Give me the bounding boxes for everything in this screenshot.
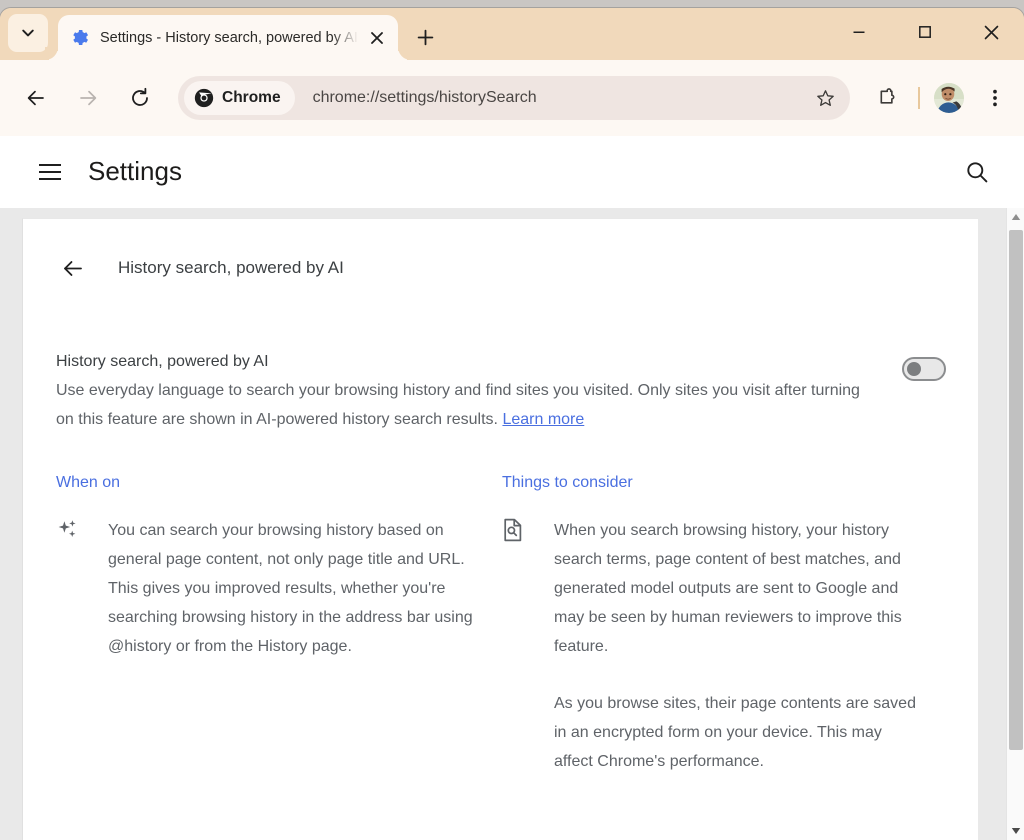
subpage-title: History search, powered by AI	[118, 258, 344, 277]
settings-body: History search, powered by AI History se…	[0, 208, 1024, 840]
sparkle-glyph	[58, 520, 76, 537]
hamburger-menu-icon	[39, 163, 61, 180]
window-maximize-button[interactable]	[892, 8, 958, 56]
window-minimize-button[interactable]	[826, 8, 892, 56]
subpage-header: History search, powered by AI	[23, 219, 978, 289]
info-columns: When on You can search your browsing his…	[23, 434, 978, 804]
toolbar-divider	[918, 87, 920, 109]
settings-main-menu-button[interactable]	[34, 156, 66, 188]
learn-more-link[interactable]: Learn more	[502, 411, 584, 428]
settings-card: History search, powered by AI History se…	[22, 218, 978, 840]
window-close-button[interactable]	[958, 8, 1024, 56]
document-search-glyph	[504, 518, 522, 542]
maximize-icon	[919, 26, 931, 38]
feature-description-text: Use everyday language to search your bro…	[56, 382, 860, 428]
page-title: Settings	[88, 156, 182, 186]
tab-shoulder-left	[45, 47, 58, 60]
reload-button[interactable]	[120, 78, 160, 118]
arrow-right-icon	[80, 90, 97, 106]
column-title: Things to consider	[502, 474, 633, 491]
arrow-left-icon	[27, 90, 44, 106]
column-title: When on	[56, 474, 121, 491]
toggle-knob	[907, 362, 921, 376]
browser-toolbar: Chrome chrome://settings/historySearch	[0, 60, 1024, 136]
triangle-down-icon	[1011, 828, 1020, 834]
tab-close-button[interactable]	[364, 25, 390, 51]
new-tab-button[interactable]	[408, 21, 442, 53]
avatar-photo-icon	[934, 83, 964, 113]
minimize-icon	[853, 31, 865, 33]
tab-strip: Settings - History search, powered by AI	[0, 8, 1024, 60]
column-things-to-consider: Things to consider When you search brows…	[502, 474, 948, 804]
scrollbar-thumb[interactable]	[1009, 230, 1023, 750]
plus-icon	[417, 29, 433, 45]
close-icon	[371, 31, 383, 44]
search-icon	[967, 161, 988, 182]
sparkle-icon	[56, 518, 86, 542]
extension-puzzle-icon	[879, 87, 894, 104]
info-item-text: When you search browsing history, your h…	[554, 522, 902, 655]
page-scrollbar[interactable]	[1006, 208, 1024, 840]
reload-icon	[132, 87, 148, 106]
star-icon	[816, 89, 834, 106]
profile-avatar[interactable]	[934, 83, 964, 113]
tab-title: Settings - History search, powered by AI	[100, 29, 358, 46]
subpage-back-button[interactable]	[55, 251, 89, 285]
info-item-text: As you browse sites, their page contents…	[554, 695, 916, 770]
chrome-chip-label: Chrome	[222, 89, 281, 106]
info-item-text: You can search your browsing history bas…	[108, 522, 473, 655]
scrollbar-up-button[interactable]	[1007, 208, 1024, 226]
document-search-icon	[502, 518, 532, 542]
chrome-origin-chip[interactable]: Chrome	[184, 81, 295, 115]
triangle-up-icon	[1011, 214, 1020, 220]
forward-button[interactable]	[68, 78, 108, 118]
info-item: As you browse sites, their page contents…	[502, 689, 948, 776]
chrome-menu-button[interactable]	[976, 78, 1014, 118]
browser-window: Settings - History search, powered by AI	[0, 8, 1024, 840]
address-bar[interactable]: Chrome chrome://settings/historySearch	[178, 76, 850, 120]
bookmark-star-icon[interactable]	[806, 79, 844, 117]
settings-gear-icon	[73, 29, 88, 46]
extensions-button[interactable]	[868, 78, 908, 118]
tab-search-button[interactable]	[8, 14, 48, 52]
column-when-on: When on You can search your browsing his…	[56, 474, 502, 804]
feature-name: History search, powered by AI	[56, 353, 269, 370]
address-bar-url[interactable]: chrome://settings/historySearch	[313, 89, 806, 107]
three-dots-vertical-icon	[993, 89, 997, 107]
scrollbar-down-button[interactable]	[1007, 822, 1024, 840]
back-button[interactable]	[16, 78, 56, 118]
chevron-down-icon	[22, 29, 34, 37]
settings-header: Settings	[0, 136, 1024, 208]
feature-text-block: History search, powered by AI Use everyd…	[56, 347, 902, 434]
icon-spacer	[502, 691, 532, 715]
feature-toggle-row: History search, powered by AI Use everyd…	[23, 289, 978, 434]
feature-description: Use everyday language to search your bro…	[56, 376, 868, 434]
info-item: When you search browsing history, your h…	[502, 516, 948, 661]
arrow-left-icon	[63, 260, 82, 276]
web-content: Settings History search, powered by AI H…	[0, 136, 1024, 840]
info-item: You can search your browsing history bas…	[56, 516, 502, 661]
browser-tab[interactable]: Settings - History search, powered by AI	[58, 15, 398, 60]
settings-search-button[interactable]	[960, 155, 994, 189]
close-icon	[984, 25, 998, 39]
history-search-toggle[interactable]	[902, 357, 946, 381]
chrome-logo-icon	[194, 88, 214, 108]
